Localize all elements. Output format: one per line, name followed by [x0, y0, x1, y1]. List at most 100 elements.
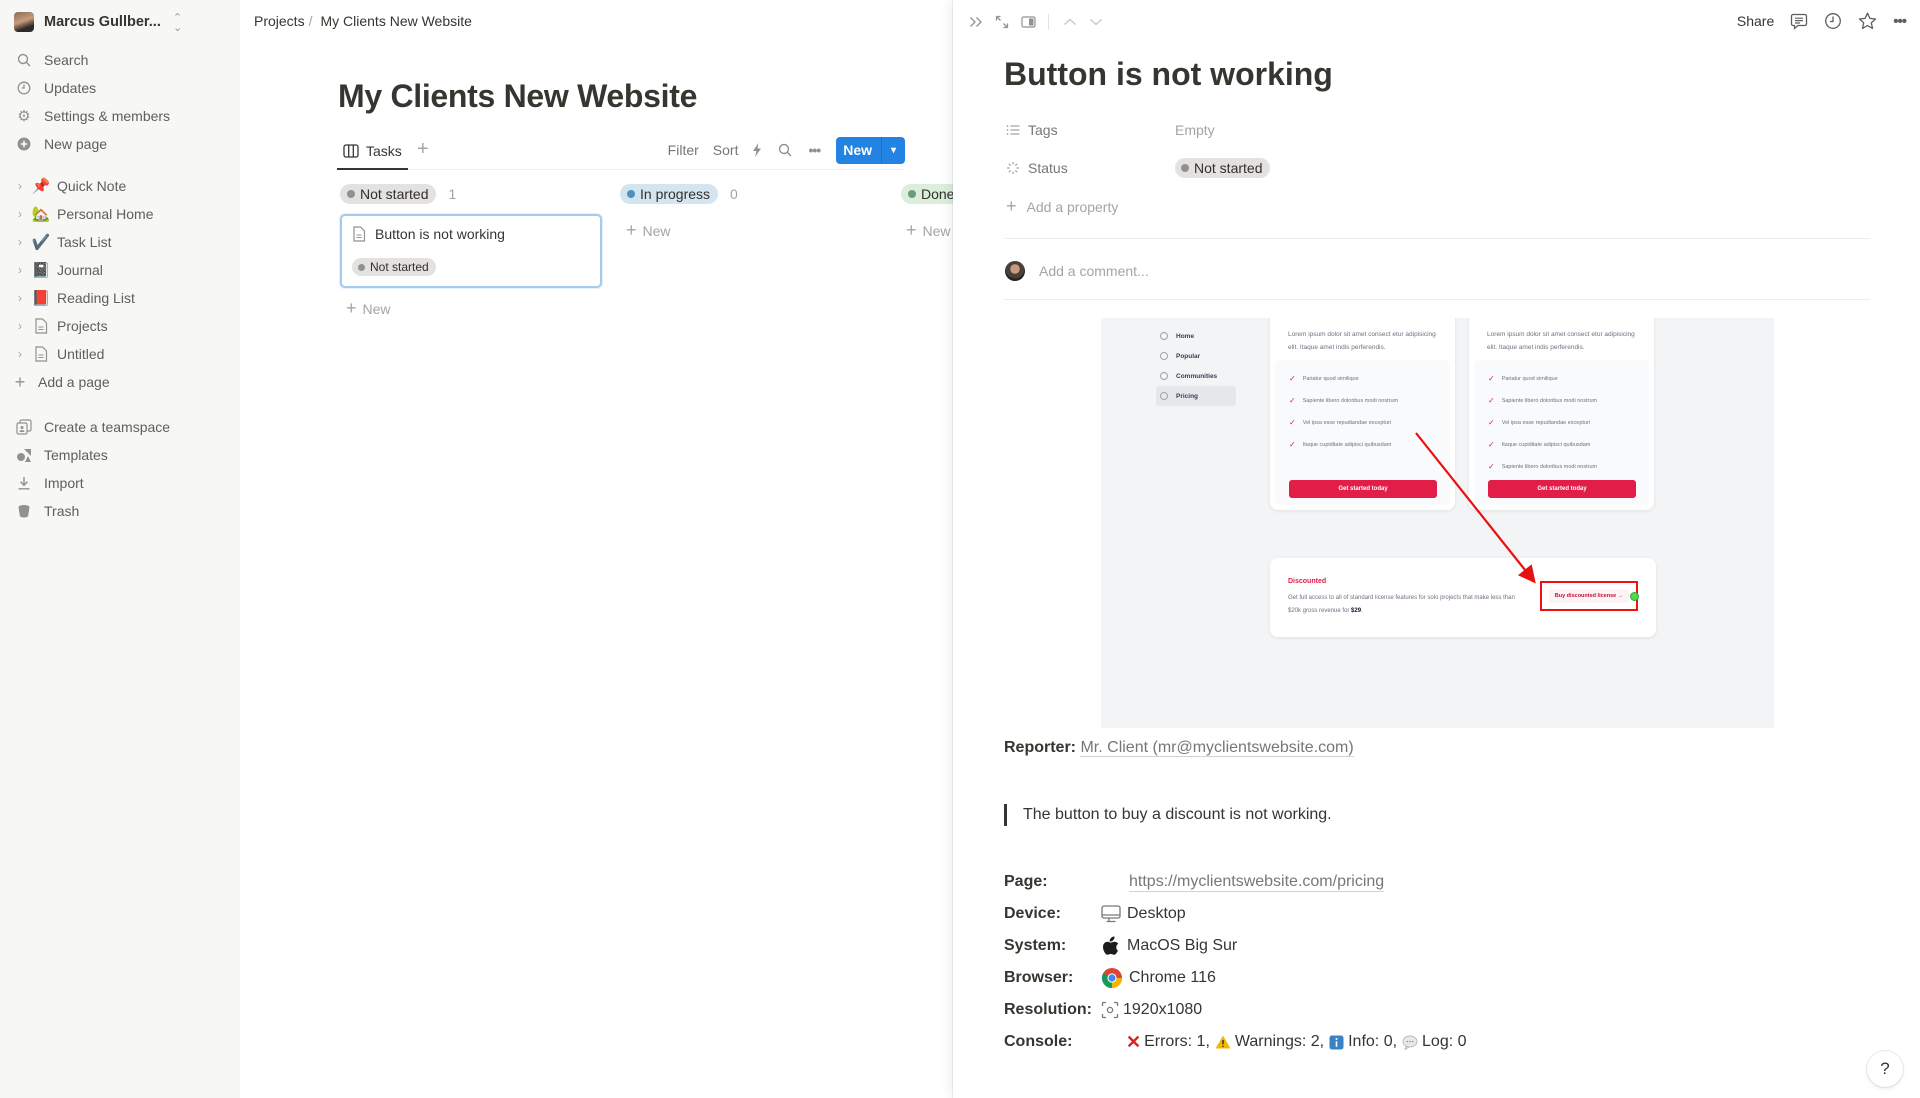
page-url-link[interactable]: https://myclientswebsite.com/pricing: [1129, 873, 1385, 892]
property-value[interactable]: Empty: [1175, 122, 1215, 138]
new-button-label[interactable]: New: [836, 137, 881, 164]
sidebar-page-reading-list[interactable]: › 📕 Reading List: [14, 286, 234, 310]
clock-icon: [14, 78, 34, 98]
add-card-label: New: [362, 300, 391, 317]
comment-icon[interactable]: [1790, 12, 1808, 30]
sidebar-item-new-page[interactable]: New page: [14, 132, 234, 156]
chevron-right-icon[interactable]: ›: [14, 263, 26, 277]
sidebar-item-create-teamspace[interactable]: Create a teamspace: [14, 415, 234, 439]
sidebar-page-personal-home[interactable]: › 🏡 Personal Home: [14, 202, 234, 226]
expand-full-page-icon[interactable]: [995, 15, 1009, 29]
chevron-right-icon[interactable]: ›: [14, 179, 26, 193]
chevron-down-icon[interactable]: ▾: [881, 136, 905, 164]
sidebar-item-label: Search: [44, 52, 89, 68]
more-options-icon[interactable]: •••: [808, 142, 821, 158]
sidebar-item-templates[interactable]: Templates: [14, 443, 234, 467]
sidebar-page-projects[interactable]: › Projects: [14, 314, 234, 338]
info-label: System:: [1004, 937, 1067, 954]
new-record-button[interactable]: New ▾: [836, 136, 905, 164]
breadcrumb: Projects / My Clients New Website: [254, 13, 472, 29]
sidebar-item-import[interactable]: Import: [14, 471, 234, 495]
sidebar-page-untitled[interactable]: › Untitled: [14, 342, 234, 366]
sidebar-page-journal[interactable]: › 📓 Journal: [14, 258, 234, 282]
sidebar-page-task-list[interactable]: › ✔️ Task List: [14, 230, 234, 254]
comment-placeholder[interactable]: Add a comment...: [1039, 263, 1149, 279]
automation-lightning-icon[interactable]: [752, 143, 762, 157]
annotation-arrow: [1415, 432, 1536, 584]
info-system: System: MacOS Big Sur: [1004, 934, 1237, 958]
sidebar-add-page[interactable]: + Add a page: [12, 370, 232, 394]
error-x-icon: ✕: [1126, 1031, 1142, 1052]
comment-input[interactable]: Add a comment...: [1005, 261, 1149, 281]
view-actions: Filter Sort ••• New ▾: [668, 136, 905, 164]
add-card-label: New: [922, 222, 951, 239]
plus-icon: +: [906, 220, 917, 240]
plus-icon: +: [1006, 196, 1017, 216]
sidebar-item-settings[interactable]: ⚙ Settings & members: [14, 104, 234, 128]
sidebar-item-search[interactable]: Search: [14, 48, 234, 72]
history-clock-icon[interactable]: [1824, 12, 1842, 30]
tab-active-indicator: [337, 168, 408, 170]
property-name: Tags: [1028, 122, 1058, 138]
page-title[interactable]: My Clients New Website: [338, 78, 697, 115]
property-tags[interactable]: Tags Empty: [1004, 117, 1215, 143]
property-status[interactable]: Status Not started: [1004, 155, 1271, 181]
reporter-label: Reporter:: [1004, 739, 1077, 756]
add-card-not-started[interactable]: + New: [346, 298, 391, 319]
board-column-header-in-progress[interactable]: In progress 0: [620, 184, 738, 204]
more-options-icon[interactable]: •••: [1893, 13, 1907, 30]
info-label: Device:: [1004, 905, 1061, 922]
column-label: Not started: [360, 186, 429, 202]
column-count: 0: [730, 186, 738, 202]
add-card-in-progress[interactable]: + New: [626, 220, 671, 241]
trash-icon: [14, 501, 34, 521]
add-card-done[interactable]: + New: [906, 220, 951, 241]
chevron-down-icon[interactable]: [1089, 17, 1103, 27]
status-dot: [627, 190, 635, 198]
sort-button[interactable]: Sort: [713, 142, 739, 158]
chevron-right-icon[interactable]: ›: [14, 291, 26, 305]
chevron-right-icon[interactable]: ›: [14, 347, 26, 361]
status-dot: [1181, 164, 1189, 172]
chevron-up-icon[interactable]: [1063, 17, 1077, 27]
info-value: Desktop: [1101, 905, 1186, 923]
workspace-switcher[interactable]: Marcus Gullber... ⌃ ⌃: [14, 11, 182, 33]
peek-mode-icon[interactable]: [1021, 16, 1036, 28]
column-count: 1: [448, 186, 457, 202]
status-icon: [1004, 161, 1022, 175]
help-button[interactable]: ?: [1867, 1051, 1903, 1087]
chevron-right-icon[interactable]: ›: [14, 207, 26, 221]
sidebar-item-trash[interactable]: Trash: [14, 499, 234, 523]
peek-page-title[interactable]: Button is not working: [1004, 56, 1333, 93]
favorite-star-icon[interactable]: [1858, 12, 1877, 30]
reporter-link[interactable]: Mr. Client (mr@myclientswebsite.com): [1080, 739, 1354, 757]
sidebar-item-label: Import: [44, 475, 84, 491]
bug-description-quote[interactable]: The button to buy a discount is not work…: [1004, 804, 1332, 826]
pushpin-icon: 📌: [31, 178, 51, 195]
property-value: Not started: [1194, 160, 1263, 176]
close-peek-double-chevron-icon[interactable]: [969, 16, 983, 28]
sidebar-item-updates[interactable]: Updates: [14, 76, 234, 100]
page-icon: [30, 346, 52, 362]
share-button[interactable]: Share: [1737, 13, 1774, 29]
add-view-button[interactable]: +: [417, 138, 429, 161]
bug-screenshot-image[interactable]: Home Popular Communities Pricing Lorem i…: [1101, 318, 1774, 728]
chrome-logo-icon: [1101, 967, 1123, 989]
board-card[interactable]: Button is not working Not started: [340, 214, 602, 288]
tab-tasks[interactable]: Tasks: [343, 140, 402, 162]
add-property-button[interactable]: + Add a property: [1006, 196, 1118, 217]
view-toolbar: Tasks + Filter Sort ••• New ▾: [337, 136, 905, 170]
filter-button[interactable]: Filter: [668, 142, 699, 158]
board-column-header-not-started[interactable]: Not started 1: [340, 184, 456, 204]
breadcrumb-current[interactable]: My Clients New Website: [320, 13, 471, 29]
breadcrumb-parent[interactable]: Projects: [254, 13, 305, 29]
sidebar-item-label: Quick Note: [57, 178, 127, 194]
chevron-right-icon[interactable]: ›: [14, 319, 26, 333]
sidebar-page-quick-note[interactable]: › 📌 Quick Note: [14, 174, 234, 198]
reporter-line: Reporter: Mr. Client (mr@myclientswebsit…: [1004, 739, 1354, 757]
chevron-right-icon[interactable]: ›: [14, 235, 26, 249]
status-pill[interactable]: Not started: [1175, 158, 1271, 178]
search-icon[interactable]: [778, 143, 792, 157]
column-label: In progress: [640, 186, 711, 202]
apple-logo-icon: [1101, 935, 1121, 957]
